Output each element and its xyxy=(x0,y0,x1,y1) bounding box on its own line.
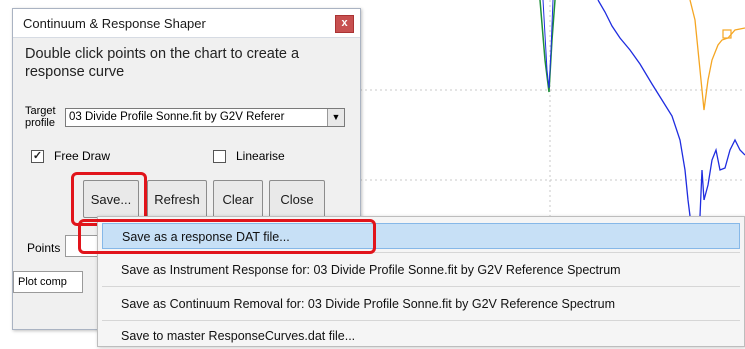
blue-curve-dip xyxy=(542,0,554,89)
target-profile-select[interactable]: 03 Divide Profile Sonne.fit by G2V Refer… xyxy=(65,108,345,127)
close-icon[interactable]: x xyxy=(335,15,354,33)
dialog-title: Continuum & Response Shaper xyxy=(23,16,206,31)
target-profile-value: 03 Divide Profile Sonne.fit by G2V Refer… xyxy=(69,111,285,123)
blue-curve-right xyxy=(703,138,745,201)
instructions-text: Double click points on the chart to crea… xyxy=(25,46,300,80)
menu-item-save-continuum-removal[interactable]: Save as Continuum Removal for: 03 Divide… xyxy=(102,291,740,317)
linearise-label: Linearise xyxy=(236,149,285,163)
free-draw-label: Free Draw xyxy=(54,149,111,163)
blue-curve-spike xyxy=(699,169,705,217)
chevron-down-icon[interactable]: ▼ xyxy=(327,109,344,126)
dialog-titlebar[interactable]: Continuum & Response Shaper x xyxy=(13,9,360,38)
orange-curve xyxy=(689,0,745,111)
target-profile-label: Target profile xyxy=(25,105,56,129)
free-draw-option[interactable]: ✓ Free Draw xyxy=(31,149,110,163)
menu-separator xyxy=(102,320,740,321)
points-label: Points xyxy=(27,241,61,255)
linearise-option[interactable]: Linearise xyxy=(213,149,285,163)
menu-separator xyxy=(102,286,740,287)
linearise-checkbox[interactable] xyxy=(213,149,226,163)
refresh-button[interactable]: Refresh xyxy=(147,180,207,218)
blue-curve xyxy=(597,0,691,217)
plot-comp-control[interactable]: Plot comp xyxy=(13,271,83,293)
close-button[interactable]: Close xyxy=(269,180,325,218)
menu-item-highlight xyxy=(78,219,376,254)
menu-item-save-instrument-response[interactable]: Save as Instrument Response for: 03 Divi… xyxy=(102,257,740,283)
menu-item-save-master-response-curves[interactable]: Save to master ResponseCurves.dat file..… xyxy=(102,323,740,349)
clear-button[interactable]: Clear xyxy=(213,180,263,218)
free-draw-checkbox[interactable]: ✓ xyxy=(31,149,44,163)
